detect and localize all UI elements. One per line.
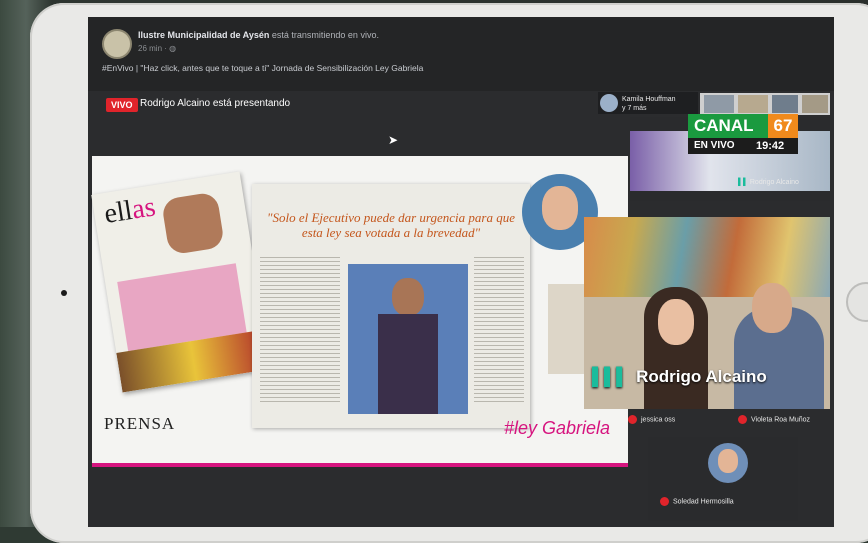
newspaper-column [474,254,524,404]
photo-head [392,278,424,316]
mic-off-icon [660,497,669,506]
participant-chip-violeta[interactable]: Violeta Roa Muñoz [738,415,810,424]
channel-name: CANAL [694,116,754,135]
shared-slide: ellas "Solo el Ejecutivo puede dar urgen… [91,156,628,467]
newspaper-page: "Solo el Ejecutivo puede dar urgencia pa… [252,184,530,428]
avatar [708,443,748,483]
globe-icon: · ◍ [164,44,177,53]
post-header: Ilustre Municipalidad de Aysén está tran… [88,17,834,91]
magazine-photo [160,191,226,256]
clock-label: 19:42 [756,140,785,152]
avatar [600,94,618,112]
participant-label: ▌▌ Rodrigo Alcaino [738,179,799,186]
page-name-link[interactable]: Ilustre Municipalidad de Aysén [138,30,269,40]
page-avatar[interactable] [102,29,132,59]
mouse-cursor-icon: ➤ [388,133,399,147]
magazine-cover: ellas [91,171,271,393]
channel-logo: CANAL 67 EN VIVO 19:42 [688,114,798,160]
channel-number: 67 [768,114,798,138]
speaker-name: ▌▌▌ Rodrigo Alcaino [592,367,767,386]
participant-tile-soledad[interactable]: Soledad Hermosilla [648,437,798,521]
audio-bars-icon: ▌▌ [738,179,750,186]
presenter-label: Rodrigo Alcaino está presentando [140,98,291,109]
magazine-title: ellas [102,191,158,230]
newspaper-photo [348,264,468,414]
live-badge: VIVO [106,98,138,112]
newspaper-column [260,254,340,404]
background-painting [584,217,830,297]
photo-shirt [378,314,438,414]
participant-chip-jessica[interactable]: jessica oss [628,415,675,424]
mic-off-icon [628,415,637,424]
mic-off-icon [738,415,747,424]
participant-label: Kamila Houffman y 7 más [622,96,676,112]
post-time[interactable]: 26 min [138,44,162,53]
participant-label: Soledad Hermosilla [660,497,734,506]
participant-tile-rodrigo-main[interactable]: ▌▌▌ Rodrigo Alcaino [584,217,830,409]
en-vivo-label: EN VIVO [694,140,735,151]
slide-footer-label: PRENSA [104,414,176,433]
participant-tile-kamila[interactable]: Kamila Houffman y 7 más [598,92,698,114]
front-camera [61,290,67,296]
post-description: #EnVivo | "Haz click, antes que te toque… [102,63,424,73]
participant-thumbnails[interactable] [700,93,830,115]
portrait-face [542,186,578,230]
newspaper-headline: "Solo el Ejecutivo puede dar urgencia pa… [267,210,515,240]
tablet-screen: Ilustre Municipalidad de Aysén está tran… [88,17,834,527]
audio-bars-icon: ▌▌▌ [592,367,629,386]
participant-name-row: jessica oss Violeta Roa Muñoz [628,413,834,429]
slide-hashtag: #ley Gabriela [504,418,611,438]
post-action: está transmitiendo en vivo. [271,30,379,40]
post-meta: 26 min · ◍ [138,44,176,53]
post-title: Ilustre Municipalidad de Aysén está tran… [138,30,379,40]
